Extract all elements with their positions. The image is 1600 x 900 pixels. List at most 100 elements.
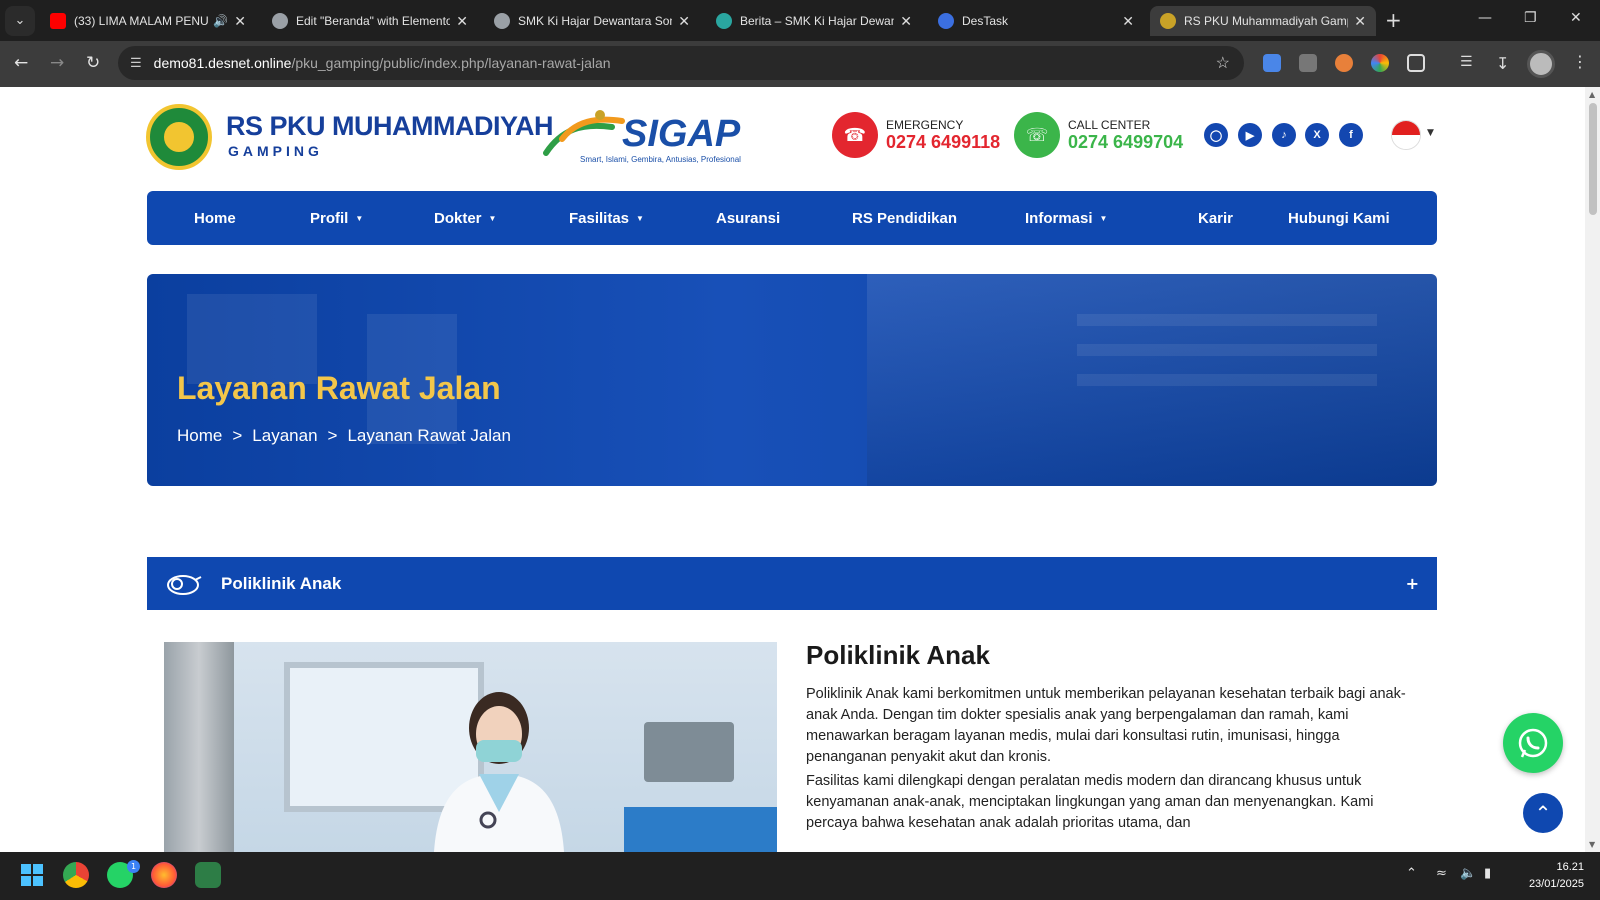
- callcenter-number[interactable]: 0274 6499704: [1068, 132, 1183, 153]
- youtube-icon[interactable]: ▶: [1238, 123, 1262, 147]
- instagram-icon[interactable]: ◯: [1204, 123, 1228, 147]
- volume-icon[interactable]: 🔈: [1460, 866, 1476, 881]
- indonesia-flag-icon[interactable]: [1391, 120, 1421, 150]
- content-paragraph: Fasilitas kami dilengkapi dengan peralat…: [806, 773, 1374, 831]
- breadcrumb-separator: >: [232, 426, 243, 445]
- new-tab-icon[interactable]: +: [1385, 8, 1402, 32]
- tab-search-button[interactable]: ⌄: [5, 5, 35, 36]
- tab-title: Edit "Beranda" with Elementor: [296, 14, 451, 28]
- close-tab-icon[interactable]: ✕: [1354, 13, 1366, 30]
- nav-informasi[interactable]: Informasi ▼: [1025, 191, 1107, 245]
- youtube-favicon-icon: [50, 13, 66, 29]
- nav-fasilitas[interactable]: Fasilitas ▼: [569, 191, 644, 245]
- tab-title: RS PKU Muhammadiyah Gamping: [1184, 14, 1348, 28]
- x-icon[interactable]: X: [1305, 123, 1329, 147]
- browser-tab[interactable]: DesTask ✕: [928, 6, 1144, 36]
- sigap-swoosh-icon: [543, 110, 625, 156]
- firefox-taskbar-icon[interactable]: [151, 862, 177, 888]
- extensions-puzzle-icon[interactable]: [1407, 54, 1425, 72]
- restore-icon[interactable]: ❐: [1524, 10, 1537, 26]
- windows-start-icon[interactable]: [19, 862, 45, 888]
- profile-avatar[interactable]: [1527, 50, 1555, 78]
- extension-icon[interactable]: [1371, 54, 1389, 72]
- emergency-number[interactable]: 0274 6499118: [886, 132, 1000, 153]
- close-tab-icon[interactable]: ✕: [456, 13, 468, 30]
- close-tab-icon[interactable]: ✕: [1122, 13, 1134, 30]
- bookmark-star-icon[interactable]: ☆: [1216, 53, 1230, 73]
- close-window-icon[interactable]: ✕: [1570, 10, 1582, 26]
- sigap-logo: SIGAP: [622, 113, 741, 155]
- extension-icon[interactable]: [1299, 54, 1317, 72]
- close-tab-icon[interactable]: ✕: [234, 13, 246, 30]
- media-control-icon[interactable]: ☰: [1460, 54, 1478, 72]
- nav-home[interactable]: Home: [194, 191, 236, 245]
- emergency-contact[interactable]: ☎ EMERGENCY 0274 6499118: [832, 112, 1000, 158]
- pku-logo-emblem-icon[interactable]: [146, 104, 212, 170]
- extension-icon[interactable]: [1263, 54, 1281, 72]
- clock-date: 23/01/2025: [1528, 878, 1584, 890]
- expand-plus-icon[interactable]: +: [1406, 574, 1419, 593]
- close-tab-icon[interactable]: ✕: [900, 13, 912, 30]
- accordion-title: Poliklinik Anak: [221, 573, 342, 593]
- tiktok-icon[interactable]: ♪: [1272, 123, 1296, 147]
- callcenter-contact[interactable]: ☏ CALL CENTER 0274 6499704: [1014, 112, 1183, 158]
- breadcrumb-separator: >: [327, 426, 338, 445]
- browser-tab[interactable]: Berita – SMK Ki Hajar Dewantara ✕: [706, 6, 922, 36]
- language-caret-icon[interactable]: ▼: [1427, 128, 1434, 138]
- chevron-down-icon: ▼: [636, 213, 644, 223]
- browser-tab[interactable]: Edit "Beranda" with Elementor ✕: [262, 6, 478, 36]
- sigap-tagline: Smart, Islami, Gembira, Antusias, Profes…: [580, 155, 741, 164]
- facebook-icon[interactable]: f: [1339, 123, 1363, 147]
- battery-icon[interactable]: ▮: [1484, 866, 1491, 881]
- scroll-up-icon[interactable]: ▲: [1589, 90, 1595, 99]
- headset-icon: ☏: [1014, 112, 1060, 158]
- content-paragraph: Poliklinik Anak kami berkomitmen untuk m…: [806, 686, 1406, 765]
- nav-rs-pendidikan[interactable]: RS Pendidikan: [852, 191, 957, 245]
- breadcrumb-home[interactable]: Home: [177, 426, 222, 446]
- browser-menu-icon[interactable]: ⋮: [1572, 52, 1588, 71]
- chevron-down-icon: ▼: [355, 213, 364, 223]
- school-favicon-icon: [716, 13, 732, 29]
- nav-profil[interactable]: Profil ▼: [310, 191, 363, 245]
- scroll-down-icon[interactable]: ▼: [1589, 840, 1595, 849]
- extension-icon[interactable]: [1335, 54, 1353, 72]
- app-taskbar-icon[interactable]: [195, 862, 221, 888]
- close-tab-icon[interactable]: ✕: [678, 13, 690, 30]
- url-path: /pku_gamping/public/index.php/layanan-ra…: [291, 55, 611, 71]
- browser-tab[interactable]: (33) LIMA MALAM PENU 🔊 ✕: [40, 6, 256, 36]
- site-info-icon[interactable]: ☰: [130, 55, 142, 71]
- browser-tab-active[interactable]: RS PKU Muhammadiyah Gamping ✕: [1150, 6, 1376, 36]
- whatsapp-float-button[interactable]: [1503, 713, 1563, 773]
- tab-title: SMK Ki Hajar Dewantara Songgom: [518, 14, 672, 28]
- back-to-top-button[interactable]: ⌃: [1523, 793, 1563, 833]
- web-page: RS PKU MUHAMMADIYAH GAMPING SIGAP Smart,…: [0, 87, 1585, 852]
- audio-icon[interactable]: 🔊: [213, 14, 228, 28]
- nav-dokter[interactable]: Dokter ▼: [434, 191, 496, 245]
- address-bar[interactable]: ☰ demo81.desnet.online/pku_gamping/publi…: [118, 46, 1244, 80]
- download-icon[interactable]: ↧: [1496, 54, 1514, 73]
- windows-taskbar: 1 ⌃ ≈ 🔈 ▮ 16.21 23/01/2025: [0, 852, 1600, 900]
- scrollbar-thumb[interactable]: [1589, 103, 1597, 215]
- browser-toolbar: ← → ↻ ☰ demo81.desnet.online/pku_gamping…: [0, 41, 1600, 87]
- tray-chevron-icon[interactable]: ⌃: [1406, 866, 1417, 881]
- content-title: Poliklinik Anak: [806, 640, 990, 670]
- forward-icon[interactable]: →: [50, 53, 64, 73]
- system-clock[interactable]: 16.21 23/01/2025: [1514, 859, 1584, 893]
- nav-karir[interactable]: Karir: [1198, 191, 1233, 245]
- reload-icon[interactable]: ↻: [86, 53, 100, 73]
- browser-tab[interactable]: SMK Ki Hajar Dewantara Songgom ✕: [484, 6, 700, 36]
- nav-asuransi[interactable]: Asuransi: [716, 191, 780, 245]
- wifi-icon[interactable]: ≈: [1436, 866, 1447, 881]
- breadcrumb-layanan[interactable]: Layanan: [252, 426, 317, 446]
- logo-title[interactable]: RS PKU MUHAMMADIYAH: [226, 111, 554, 142]
- page-hero-banner: Layanan Rawat Jalan Home > Layanan > Lay…: [147, 274, 1437, 486]
- breadcrumb-current: Layanan Rawat Jalan: [347, 426, 511, 445]
- tab-title: Berita – SMK Ki Hajar Dewantara: [740, 14, 895, 28]
- page-scrollbar[interactable]: ▲ ▼: [1585, 87, 1600, 852]
- minimize-icon[interactable]: —: [1478, 10, 1492, 26]
- nav-hubungi-kami[interactable]: Hubungi Kami: [1288, 191, 1390, 245]
- accordion-header-poliklinik-anak[interactable]: Poliklinik Anak +: [147, 557, 1437, 610]
- chrome-taskbar-icon[interactable]: [63, 862, 89, 888]
- emergency-label: EMERGENCY: [886, 117, 964, 132]
- back-icon[interactable]: ←: [14, 53, 28, 73]
